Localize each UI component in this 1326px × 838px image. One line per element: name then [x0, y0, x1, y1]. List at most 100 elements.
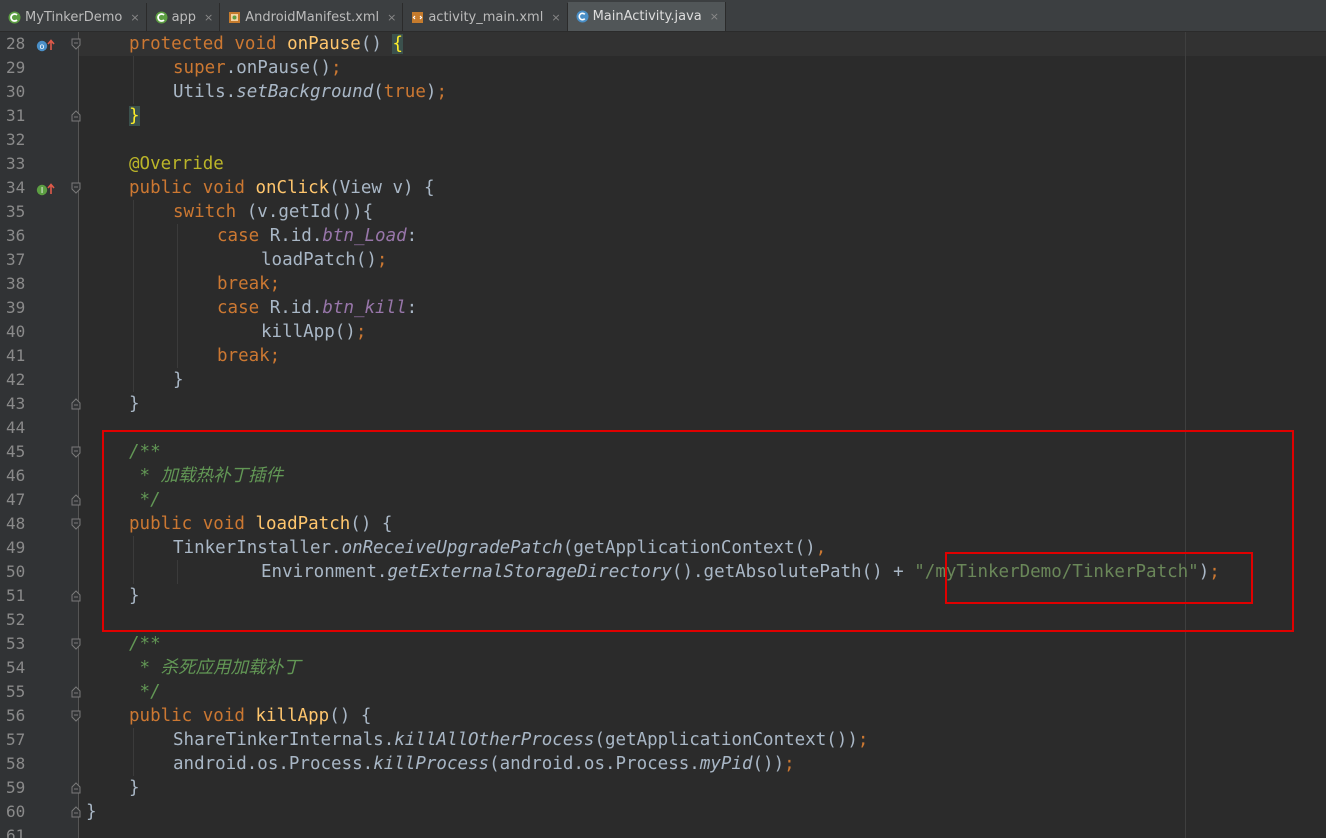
line-number: 32 [6, 130, 26, 149]
indent-guide [133, 56, 134, 104]
xml-layout-icon [411, 11, 424, 24]
code-line-53: /** [129, 632, 161, 656]
tab-label: app [171, 9, 197, 25]
fold-start-icon[interactable] [71, 638, 81, 650]
line-number: 43 [6, 394, 26, 413]
code-editor[interactable]: 28 o 29 30 31 32 33 34 I 35 36 37 38 39 … [0, 32, 1326, 838]
code-line-36: case R.id.btn_Load: [217, 224, 417, 248]
tab-mainactivity-java[interactable]: MainActivity.java × [567, 2, 726, 31]
code-token: killApp [255, 706, 330, 726]
line-number: 40 [6, 322, 26, 341]
fold-start-icon[interactable] [71, 446, 81, 458]
code-line-43: } [129, 392, 140, 416]
code-token: @Override [129, 154, 224, 174]
code-token: ; [436, 82, 447, 102]
code-line-55: */ [129, 680, 161, 704]
tab-label: AndroidManifest.xml [245, 9, 380, 25]
tab-app[interactable]: app × [146, 3, 221, 31]
fold-end-icon[interactable] [71, 782, 81, 794]
line-number: 33 [6, 154, 26, 173]
code-token: killAllOtherProcess [394, 730, 595, 750]
fold-start-icon[interactable] [71, 38, 81, 50]
fold-start-icon[interactable] [71, 518, 81, 530]
code-token: ShareTinkerInternals. [173, 730, 395, 750]
code-token: protected [129, 34, 224, 54]
code-token: btn_kill [322, 298, 407, 318]
implements-method-icon[interactable]: I [36, 181, 56, 196]
line-number: 45 [6, 442, 26, 461]
fold-end-icon[interactable] [71, 590, 81, 602]
line-number: 30 [6, 82, 26, 101]
tab-activity-main-xml[interactable]: activity_main.xml × [403, 3, 568, 31]
code-token: super [173, 58, 226, 78]
code-line-56: public void killApp() { [129, 704, 371, 728]
code-token: void [202, 178, 245, 198]
code-token: ; [331, 58, 342, 78]
line-number: 28 [6, 34, 26, 53]
fold-end-icon[interactable] [71, 686, 81, 698]
line-number: 60 [6, 802, 26, 821]
indent-guide [133, 728, 134, 776]
code-line-60: } [86, 800, 97, 824]
close-icon[interactable]: × [387, 11, 396, 24]
override-method-icon[interactable]: o [36, 37, 56, 52]
line-number: 29 [6, 58, 26, 77]
code-line-29: super.onPause(); [173, 56, 342, 80]
code-token: * 杀死应用加载补丁 [129, 658, 301, 678]
xml-file-icon [228, 11, 241, 24]
code-token: break; [217, 274, 281, 294]
svg-text:I: I [41, 186, 43, 195]
code-token: (android.os.Process. [489, 754, 700, 774]
code-line-40: killApp(); [261, 320, 366, 344]
indent-guide [133, 200, 134, 392]
code-token: case [217, 226, 260, 246]
line-number: 39 [6, 298, 26, 317]
fold-start-icon[interactable] [71, 182, 81, 194]
matched-brace: } [129, 106, 140, 126]
code-line-35: switch (v.getId()){ [173, 200, 373, 224]
code-token: true [383, 82, 426, 102]
close-icon[interactable]: × [551, 11, 560, 24]
code-token: .onPause() [225, 58, 332, 78]
tab-mytinkerdemo[interactable]: MyTinkerDemo × [0, 3, 147, 31]
code-line-31: } [129, 104, 140, 128]
close-icon[interactable]: × [204, 11, 213, 24]
tab-androidmanifest-xml[interactable]: AndroidManifest.xml × [220, 3, 404, 31]
line-number: 50 [6, 562, 26, 581]
code-token: () [360, 34, 393, 54]
code-token: : [406, 226, 418, 246]
editor-gutter: 28 o 29 30 31 32 33 34 I 35 36 37 38 39 … [0, 32, 81, 838]
code-token: (v.getId()){ [236, 202, 374, 222]
line-number: 57 [6, 730, 26, 749]
close-icon[interactable]: × [710, 10, 719, 23]
code-token: /** [129, 634, 161, 654]
line-number: 55 [6, 682, 26, 701]
code-token: setBackground [236, 82, 374, 102]
code-token: (View v) { [329, 178, 435, 198]
fold-end-icon[interactable] [71, 806, 81, 818]
code-line-33: @Override [129, 152, 224, 176]
code-token: ()) [752, 754, 785, 774]
fold-end-icon[interactable] [71, 110, 81, 122]
code-line-58: android.os.Process.killProcess(android.o… [173, 752, 795, 776]
line-number: 42 [6, 370, 26, 389]
code-line-54: * 杀死应用加载补丁 [129, 656, 301, 680]
code-token: public [129, 178, 193, 198]
code-token: onClick [255, 178, 330, 198]
code-line-39: case R.id.btn_kill: [217, 296, 417, 320]
code-token: R.id. [259, 226, 323, 246]
code-token: public [129, 706, 193, 726]
fold-end-icon[interactable] [71, 398, 81, 410]
code-token: ( [373, 82, 384, 102]
fold-start-icon[interactable] [71, 710, 81, 722]
code-line-37: loadPatch(); [261, 248, 387, 272]
close-icon[interactable]: × [130, 11, 139, 24]
fold-end-icon[interactable] [71, 494, 81, 506]
code-token: } [129, 778, 140, 798]
code-line-42: } [173, 368, 184, 392]
